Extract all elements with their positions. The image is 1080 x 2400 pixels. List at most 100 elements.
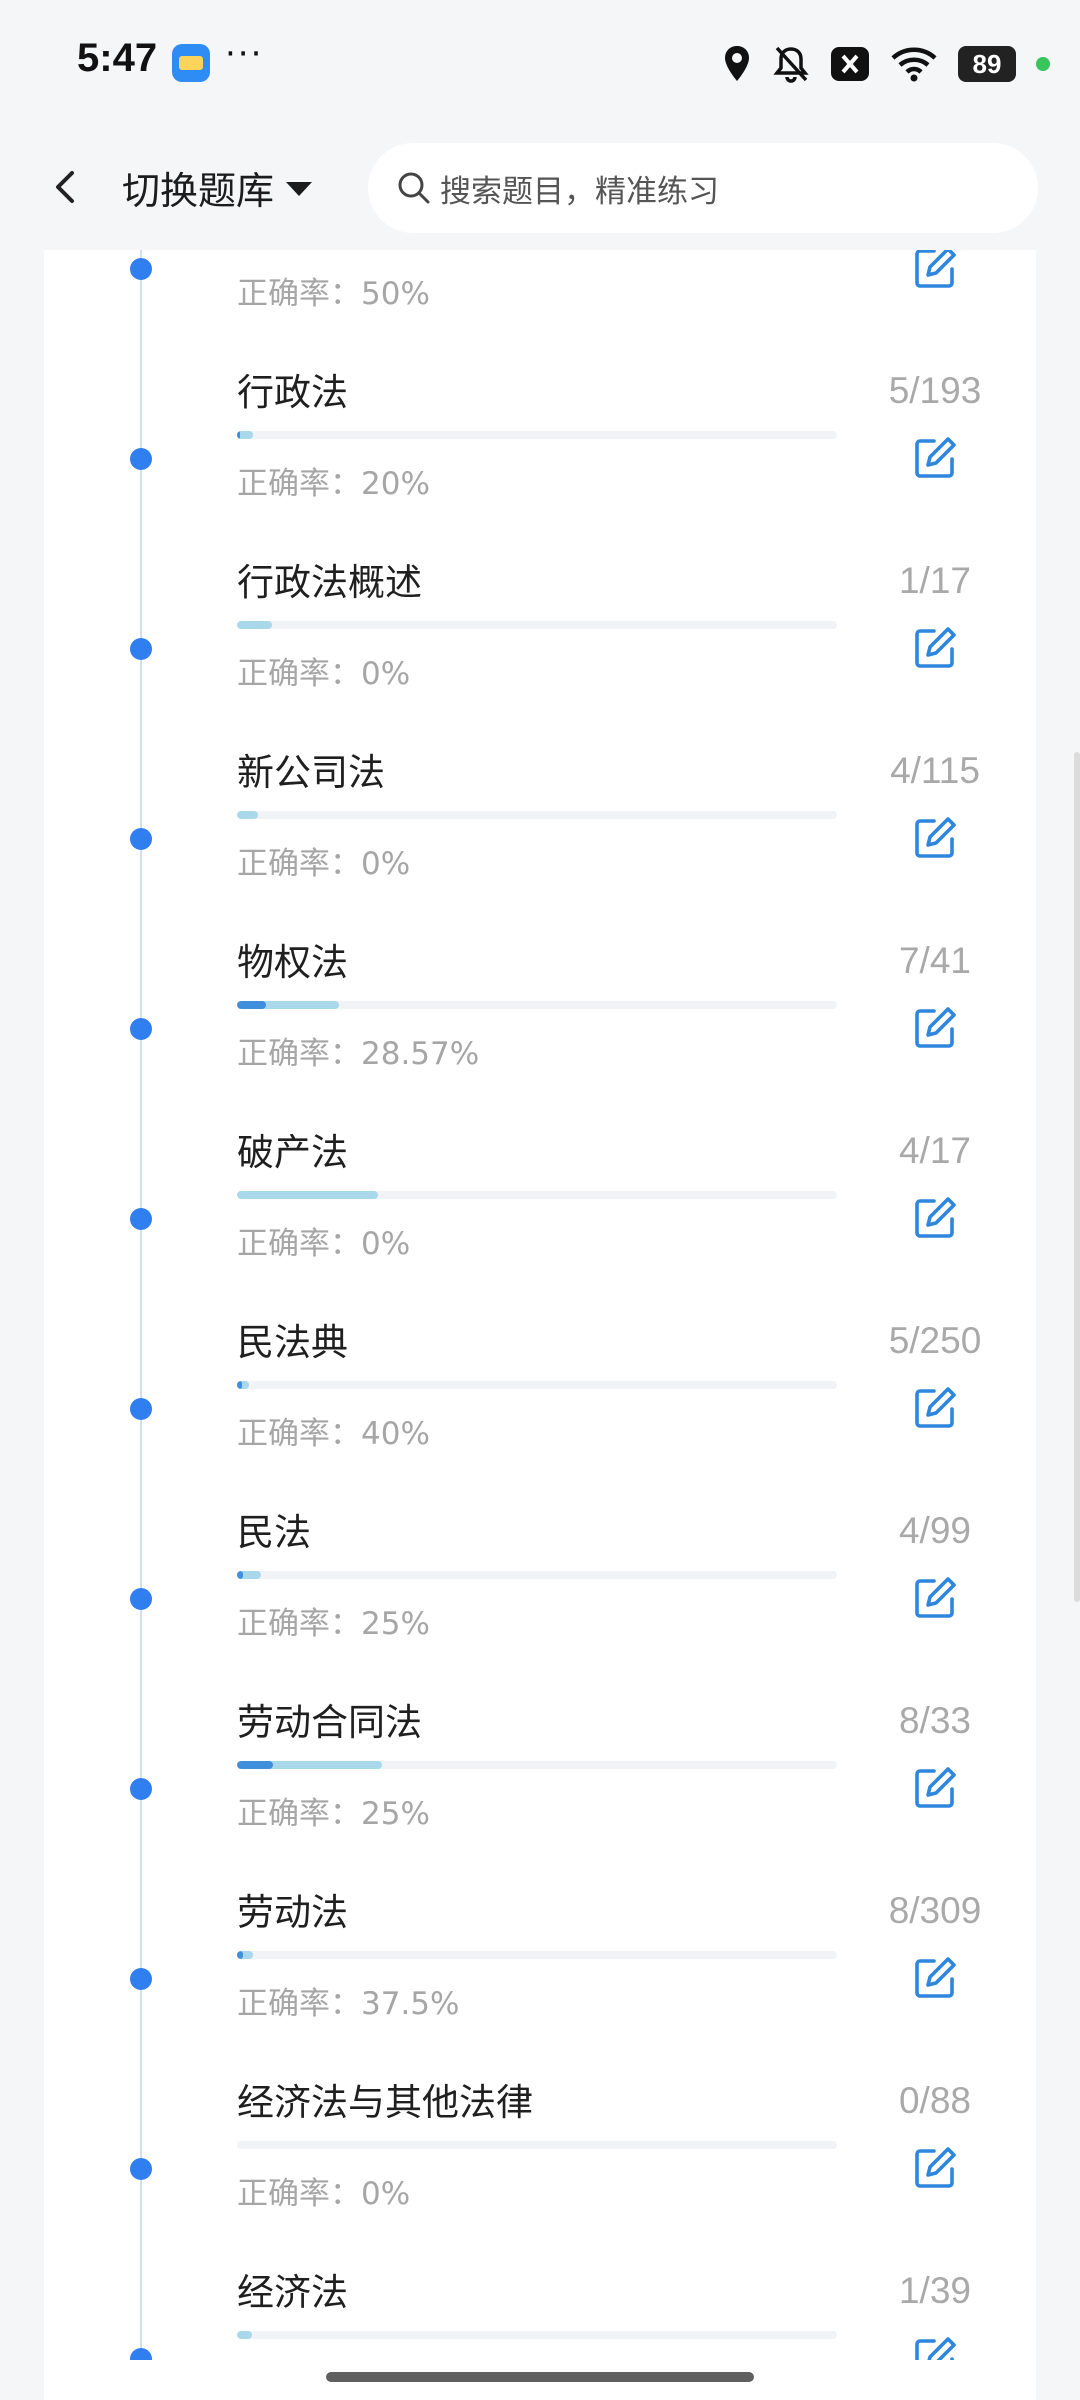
accuracy-value: 28.57% [361, 1036, 480, 1072]
wifi-icon [891, 47, 937, 82]
chapter-item[interactable]: 物权法 正确率：28.57% 7/41 [0, 880, 1080, 1073]
edit-icon[interactable] [912, 2335, 958, 2360]
chapter-item[interactable]: 行政诉讼法 2 正确率：50% 4/80 [0, 250, 1080, 313]
chapter-title: 劳动法 [237, 1891, 348, 1934]
edit-icon[interactable] [912, 435, 958, 481]
timeline-dot [130, 448, 152, 470]
progress-track [237, 2331, 837, 2339]
accuracy-fill [237, 1761, 273, 1769]
timeline-dot [130, 258, 152, 280]
timeline-dot [130, 1398, 152, 1420]
chapter-item[interactable]: 破产法 正确率：0% 4/17 [0, 1070, 1080, 1263]
question-count: 8/309 [888, 1890, 982, 1931]
question-count: 4/115 [890, 750, 980, 791]
timeline-dot [130, 2158, 152, 2180]
accuracy-label: 正确率： [237, 1986, 361, 2022]
edit-icon[interactable] [912, 1195, 958, 1241]
edit-icon[interactable] [912, 1955, 958, 2001]
progress-track [237, 1191, 837, 1199]
accuracy-label: 正确率： [237, 1416, 361, 1452]
location-icon [725, 46, 749, 81]
accuracy-value: 20% [361, 466, 430, 502]
accuracy-fill [237, 1381, 242, 1389]
chapter-item[interactable]: 新公司法 正确率：0% 4/115 [0, 690, 1080, 883]
timeline-dot [130, 828, 152, 850]
timeline-dot [130, 1588, 152, 1610]
accuracy-value: 40% [361, 1416, 430, 1452]
back-button[interactable] [38, 157, 98, 217]
caret-down-icon [286, 182, 313, 196]
status-time: 5:47 [77, 36, 158, 80]
chapter-item[interactable]: 劳动合同法 正确率：25% 8/33 [0, 1640, 1080, 1833]
chapter-title: 民法 [237, 1511, 311, 1554]
accuracy-value: 37.5% [361, 1986, 460, 2022]
chapter-item[interactable]: 经济法与其他法律 正确率：0% 0/88 [0, 2020, 1080, 2212]
accuracy-text: 正确率：50% [237, 268, 430, 313]
status-icons: 89 [722, 40, 1050, 88]
question-count: 7/41 [898, 940, 971, 981]
progress-track [237, 1381, 837, 1389]
edit-icon[interactable] [912, 1005, 958, 1051]
chapter-item[interactable]: 行政法 正确率：20% 5/193 [0, 310, 1080, 503]
chapter-title: 新公司法 [237, 751, 385, 794]
switch-library-dropdown[interactable]: 切换题库 [122, 157, 313, 217]
timeline-dot [130, 638, 152, 660]
accuracy-label: 正确率： [237, 2176, 361, 2212]
progress-track [237, 1571, 837, 1579]
x-close-box-icon [831, 47, 869, 81]
accuracy-text: 正确率：25% [237, 1788, 430, 1833]
progress-track [237, 1001, 837, 1009]
timeline-dot [130, 1018, 152, 1040]
accuracy-text: 正确率：40% [237, 1408, 430, 1453]
search-input[interactable]: 搜索题目，精准练习 [368, 143, 1038, 233]
edit-icon[interactable] [912, 625, 958, 671]
edit-icon[interactable] [912, 250, 958, 291]
accuracy-fill [237, 1951, 243, 1959]
edit-icon[interactable] [912, 1575, 958, 1621]
accuracy-text: 正确率：0% [237, 1218, 410, 1263]
progress-fill [237, 1191, 378, 1199]
chapter-item[interactable]: 劳动法 正确率：37.5% 8/309 [0, 1830, 1080, 2023]
chapter-item[interactable]: 民法 正确率：25% 4/99 [0, 1450, 1080, 1642]
chapter-list-viewport[interactable]: 行政诉讼法 2 正确率：50% 4/80 行政法 正确率：20% 5/193 行… [0, 250, 1080, 2360]
chapter-title: 物权法 [237, 941, 348, 984]
progress-track [237, 811, 837, 819]
edit-icon[interactable] [912, 815, 958, 861]
chapter-title: 民法典 [237, 1321, 348, 1364]
accuracy-fill [237, 431, 240, 439]
accuracy-value: 0% [361, 846, 411, 882]
accuracy-text: 正确率：20% [237, 458, 430, 503]
timeline-dot [130, 1778, 152, 1800]
edit-icon[interactable] [912, 1765, 958, 1811]
accuracy-label: 正确率： [237, 1226, 361, 1262]
scrollbar[interactable] [1074, 752, 1080, 1602]
chapter-title: 破产法 [237, 1131, 348, 1174]
chapter-item[interactable]: 行政法概述 正确率：0% 1/17 [0, 500, 1080, 692]
chapter-item[interactable]: 经济法 1/39 [0, 2210, 1080, 2360]
progress-track [237, 1951, 837, 1959]
accuracy-value: 0% [361, 1226, 411, 1262]
more-notifications-icon: ··· [225, 34, 264, 74]
chapter-title: 行政法概述 [237, 561, 422, 604]
accuracy-text: 正确率：28.57% [237, 1028, 479, 1073]
accuracy-value: 25% [361, 1606, 430, 1642]
progress-fill [237, 811, 258, 819]
home-indicator[interactable] [326, 2372, 754, 2382]
search-placeholder: 搜索题目，精准练习 [440, 173, 719, 210]
accuracy-label: 正确率： [237, 466, 361, 502]
wallet-app-icon [172, 44, 210, 82]
question-count: 1/39 [898, 2270, 971, 2311]
status-bar: 5:47 ··· 89 [0, 0, 1080, 125]
chapter-item[interactable]: 民法典 正确率：40% 5/250 [0, 1260, 1080, 1453]
accuracy-text: 正确率：37.5% [237, 1978, 459, 2023]
accuracy-value: 0% [361, 2176, 411, 2212]
bell-muted-icon [773, 46, 809, 83]
edit-icon[interactable] [912, 1385, 958, 1431]
progress-track [237, 431, 837, 439]
edit-icon[interactable] [912, 2145, 958, 2191]
screen: 5:47 ··· 89 切换题库 搜索题目，精准练习 正确率：50% 行政法 正… [0, 0, 1080, 2400]
accuracy-label: 正确率： [237, 1796, 361, 1832]
accuracy-text: 正确率：0% [237, 838, 410, 883]
chapter-list: 行政诉讼法 2 正确率：50% 4/80 行政法 正确率：20% 5/193 行… [0, 250, 1080, 2360]
accuracy-value: 25% [361, 1796, 430, 1832]
